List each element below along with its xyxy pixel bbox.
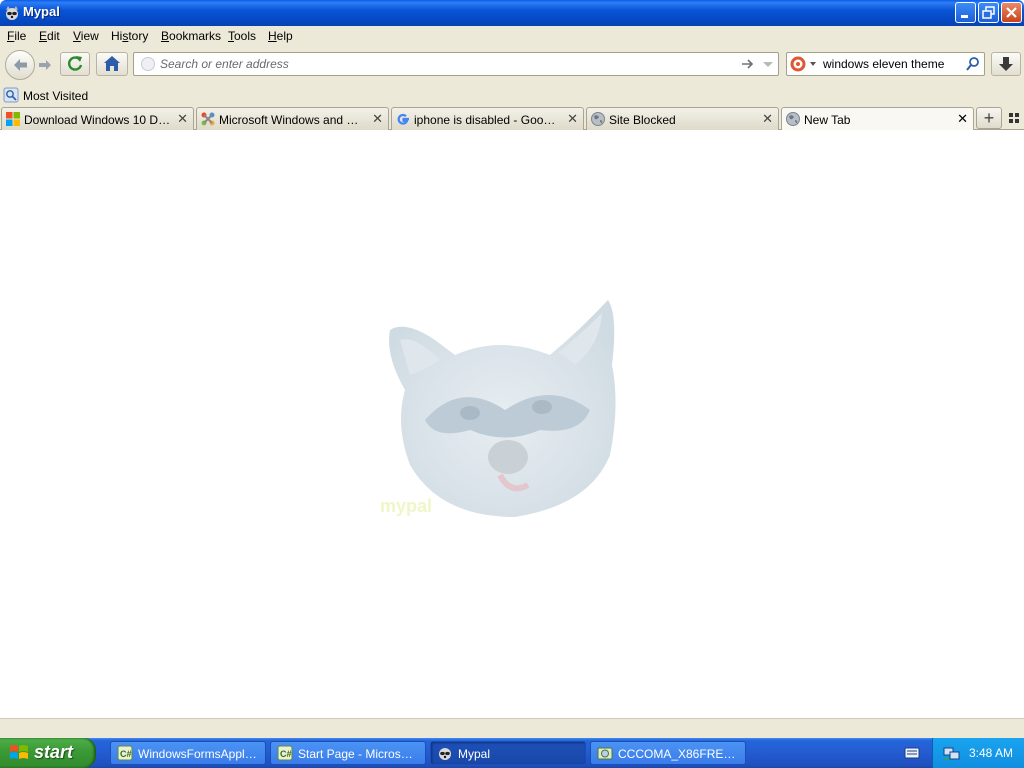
- taskbar-item-label: Mypal: [458, 747, 491, 761]
- windows-logo-icon: [6, 112, 20, 126]
- reload-icon: [68, 56, 83, 71]
- tab-iphone-disabled-google[interactable]: iphone is disabled - Google Se... ✕: [391, 107, 584, 130]
- mypal-icon: [6, 6, 18, 20]
- status-bar: [0, 718, 1024, 738]
- taskbar-item-mypal[interactable]: Mypal: [430, 741, 586, 765]
- tab-strip: Download Windows 10 Disc I... ✕ Microsof…: [0, 106, 1024, 131]
- reload-button[interactable]: [60, 52, 90, 76]
- restore-button[interactable]: [978, 2, 999, 23]
- tab-download-windows[interactable]: Download Windows 10 Disc I... ✕: [1, 107, 194, 130]
- svg-text:C#: C#: [280, 749, 292, 759]
- menu-help[interactable]: Help: [268, 29, 293, 43]
- keyboard-language-icon[interactable]: [904, 746, 920, 760]
- menu-history[interactable]: History: [111, 29, 148, 43]
- tab-new-tab[interactable]: New Tab ✕: [781, 107, 974, 131]
- minimize-button[interactable]: [955, 2, 976, 23]
- address-input[interactable]: [160, 56, 720, 72]
- taskbar: start C# WindowsFormsApplic... C# Start …: [0, 738, 1024, 768]
- duckduckgo-icon[interactable]: [789, 55, 817, 73]
- new-tab-button[interactable]: +: [976, 107, 1002, 129]
- start-button[interactable]: start: [0, 738, 96, 768]
- menu-bar: File Edit View History Bookmarks Tools H…: [0, 26, 1024, 46]
- google-icon: [397, 113, 409, 125]
- back-arrow-icon: [14, 59, 27, 71]
- tab-label: Download Windows 10 Disc I...: [24, 113, 172, 127]
- address-bar[interactable]: [133, 52, 779, 76]
- raccoon-logo: mypal: [380, 300, 616, 517]
- search-input[interactable]: [823, 57, 959, 71]
- taskbar-item-start-page[interactable]: C# Start Page - Microsof...: [270, 741, 426, 765]
- search-bar[interactable]: [786, 52, 985, 76]
- joomla-icon: [201, 112, 215, 126]
- tab-label: iphone is disabled - Google Se...: [414, 113, 562, 127]
- windows-flag-icon: [10, 745, 28, 759]
- taskbar-item-label: WindowsFormsApplic...: [138, 747, 258, 761]
- search-icon[interactable]: [965, 56, 981, 72]
- most-visited-label: Most Visited: [23, 89, 89, 103]
- menu-bookmarks[interactable]: Bookmarks: [161, 29, 221, 43]
- clock[interactable]: 3:48 AM: [969, 746, 1013, 760]
- page-content: mypal: [0, 130, 1024, 718]
- plus-icon: +: [983, 108, 995, 128]
- tab-close-icon[interactable]: ✕: [177, 111, 188, 127]
- title-bar[interactable]: Mypal: [0, 0, 1024, 26]
- window-title: Mypal: [23, 4, 60, 19]
- home-icon: [104, 56, 120, 71]
- taskbar-item-windowsformsapplication[interactable]: C# WindowsFormsApplic...: [110, 741, 266, 765]
- forward-button[interactable]: [37, 57, 53, 73]
- tab-label: New Tab: [804, 113, 851, 127]
- tab-close-icon[interactable]: ✕: [957, 111, 968, 127]
- tab-label: Site Blocked: [609, 113, 676, 127]
- menu-view[interactable]: View: [73, 29, 99, 43]
- most-visited-icon: [3, 87, 19, 103]
- tab-microsoft-windows-office[interactable]: Microsoft Windows and Offic... ✕: [196, 107, 389, 130]
- svg-text:C#: C#: [120, 749, 132, 759]
- taskbar-item-cccoma-drive[interactable]: CCCOMA_X86FRE_E...: [590, 741, 746, 765]
- csharp-project-icon: C#: [117, 745, 133, 761]
- close-icon: [1006, 7, 1017, 18]
- bookmarks-toolbar: Most Visited: [0, 84, 1024, 106]
- downloads-button[interactable]: [991, 52, 1021, 76]
- back-button[interactable]: [5, 50, 35, 80]
- tab-close-icon[interactable]: ✕: [567, 111, 578, 127]
- mypal-icon: [439, 748, 451, 760]
- menu-edit[interactable]: Edit: [39, 29, 60, 43]
- tab-site-blocked[interactable]: Site Blocked ✕: [586, 107, 779, 130]
- tab-close-icon[interactable]: ✕: [762, 111, 773, 127]
- cd-drive-icon: [597, 747, 613, 760]
- start-label: start: [34, 742, 74, 762]
- menu-tools[interactable]: Tools: [228, 29, 256, 43]
- download-arrow-icon: [999, 57, 1013, 71]
- restore-icon: [982, 6, 995, 19]
- page-identity-icon: [141, 57, 155, 71]
- taskbar-item-label: Start Page - Microsof...: [298, 747, 418, 761]
- globe-icon: [786, 112, 800, 126]
- taskbar-item-label: CCCOMA_X86FRE_E...: [618, 747, 738, 761]
- network-icon[interactable]: [943, 745, 961, 761]
- history-dropdown-icon[interactable]: [762, 59, 774, 71]
- home-button[interactable]: [96, 52, 128, 76]
- menu-file[interactable]: File: [7, 29, 26, 43]
- tab-label: Microsoft Windows and Offic...: [219, 113, 367, 127]
- globe-icon: [591, 112, 605, 126]
- go-arrow-icon[interactable]: [741, 57, 755, 71]
- system-tray: 3:48 AM: [932, 738, 1024, 768]
- visual-studio-icon: C#: [277, 745, 293, 761]
- tab-groups-icon[interactable]: [1008, 112, 1020, 124]
- navigation-toolbar: [0, 46, 1024, 84]
- minimize-icon: [961, 15, 968, 18]
- tab-close-icon[interactable]: ✕: [372, 111, 383, 127]
- mypal-logo-text: mypal: [380, 496, 432, 516]
- close-button[interactable]: [1001, 2, 1022, 23]
